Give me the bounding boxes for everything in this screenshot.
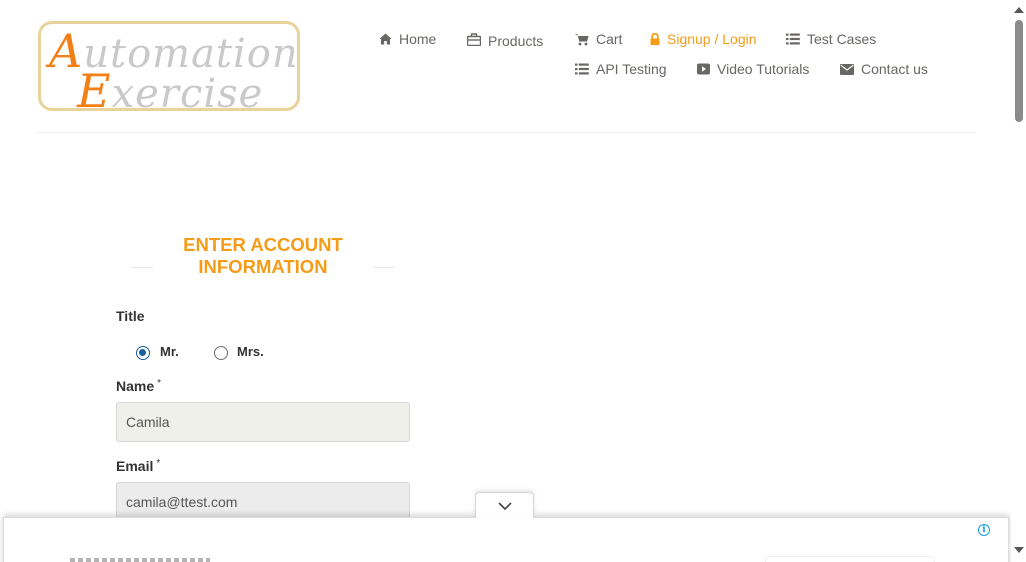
nav-contact-us-label: Contact us xyxy=(861,61,928,77)
title-mrs-label[interactable]: Mrs. xyxy=(237,344,264,359)
scrollbar-thumb[interactable] xyxy=(1015,20,1023,122)
title-label: Title xyxy=(116,308,145,324)
site-logo[interactable]: Automation Exercise xyxy=(38,21,300,111)
envelope-icon xyxy=(840,63,854,75)
nav-signup-login[interactable]: Signup / Login xyxy=(650,31,757,47)
scroll-up-arrow-icon[interactable] xyxy=(1014,7,1024,13)
email-label: Email * xyxy=(116,458,161,474)
required-marker: * xyxy=(156,458,161,469)
name-label: Name * xyxy=(116,378,162,394)
cart-icon xyxy=(575,33,589,45)
nav-signup-login-label: Signup / Login xyxy=(667,31,757,47)
products-icon xyxy=(467,32,481,46)
nav-video-tutorials-label: Video Tutorials xyxy=(717,61,810,77)
scroll-down-arrow-icon[interactable] xyxy=(1014,547,1024,553)
title-mr-label[interactable]: Mr. xyxy=(160,344,179,359)
nav-test-cases-label: Test Cases xyxy=(807,31,877,47)
youtube-play-icon xyxy=(697,63,710,75)
ad-content-text xyxy=(70,558,210,562)
header-divider xyxy=(35,132,976,133)
title-mr-radio[interactable] xyxy=(136,346,150,360)
ad-content-box xyxy=(765,556,935,562)
required-marker: * xyxy=(157,378,162,389)
list-icon xyxy=(575,63,589,75)
nav-products[interactable]: Products xyxy=(467,31,544,49)
nav-cart-label: Cart xyxy=(596,31,623,47)
logo-line-exercise: Exercise xyxy=(77,64,264,111)
nav-test-cases[interactable]: Test Cases xyxy=(786,31,876,47)
lock-icon xyxy=(650,33,660,45)
ad-info-icon[interactable]: i xyxy=(978,524,990,536)
name-input[interactable]: Camila xyxy=(116,402,410,442)
nav-home[interactable]: Home xyxy=(379,31,436,47)
nav-api-testing[interactable]: API Testing xyxy=(575,61,667,77)
page-title: Enter Account Information xyxy=(183,234,343,277)
nav-video-tutorials[interactable]: Video Tutorials xyxy=(697,61,809,77)
nav-products-label: Products xyxy=(488,33,544,49)
list-icon xyxy=(786,33,800,45)
home-icon xyxy=(379,33,392,45)
ad-collapse-button[interactable] xyxy=(475,492,534,518)
page-scrollbar[interactable] xyxy=(1011,0,1026,562)
nav-contact-us[interactable]: Contact us xyxy=(840,61,928,77)
chevron-down-icon xyxy=(497,501,512,510)
nav-home-label: Home xyxy=(399,31,437,47)
heading-rule-right xyxy=(373,267,395,268)
nav-cart[interactable]: Cart xyxy=(575,31,622,47)
title-mrs-radio[interactable] xyxy=(214,346,228,360)
nav-api-testing-label: API Testing xyxy=(596,61,667,77)
heading-rule-left xyxy=(131,267,153,268)
email-input[interactable]: camila@ttest.com xyxy=(116,482,410,522)
